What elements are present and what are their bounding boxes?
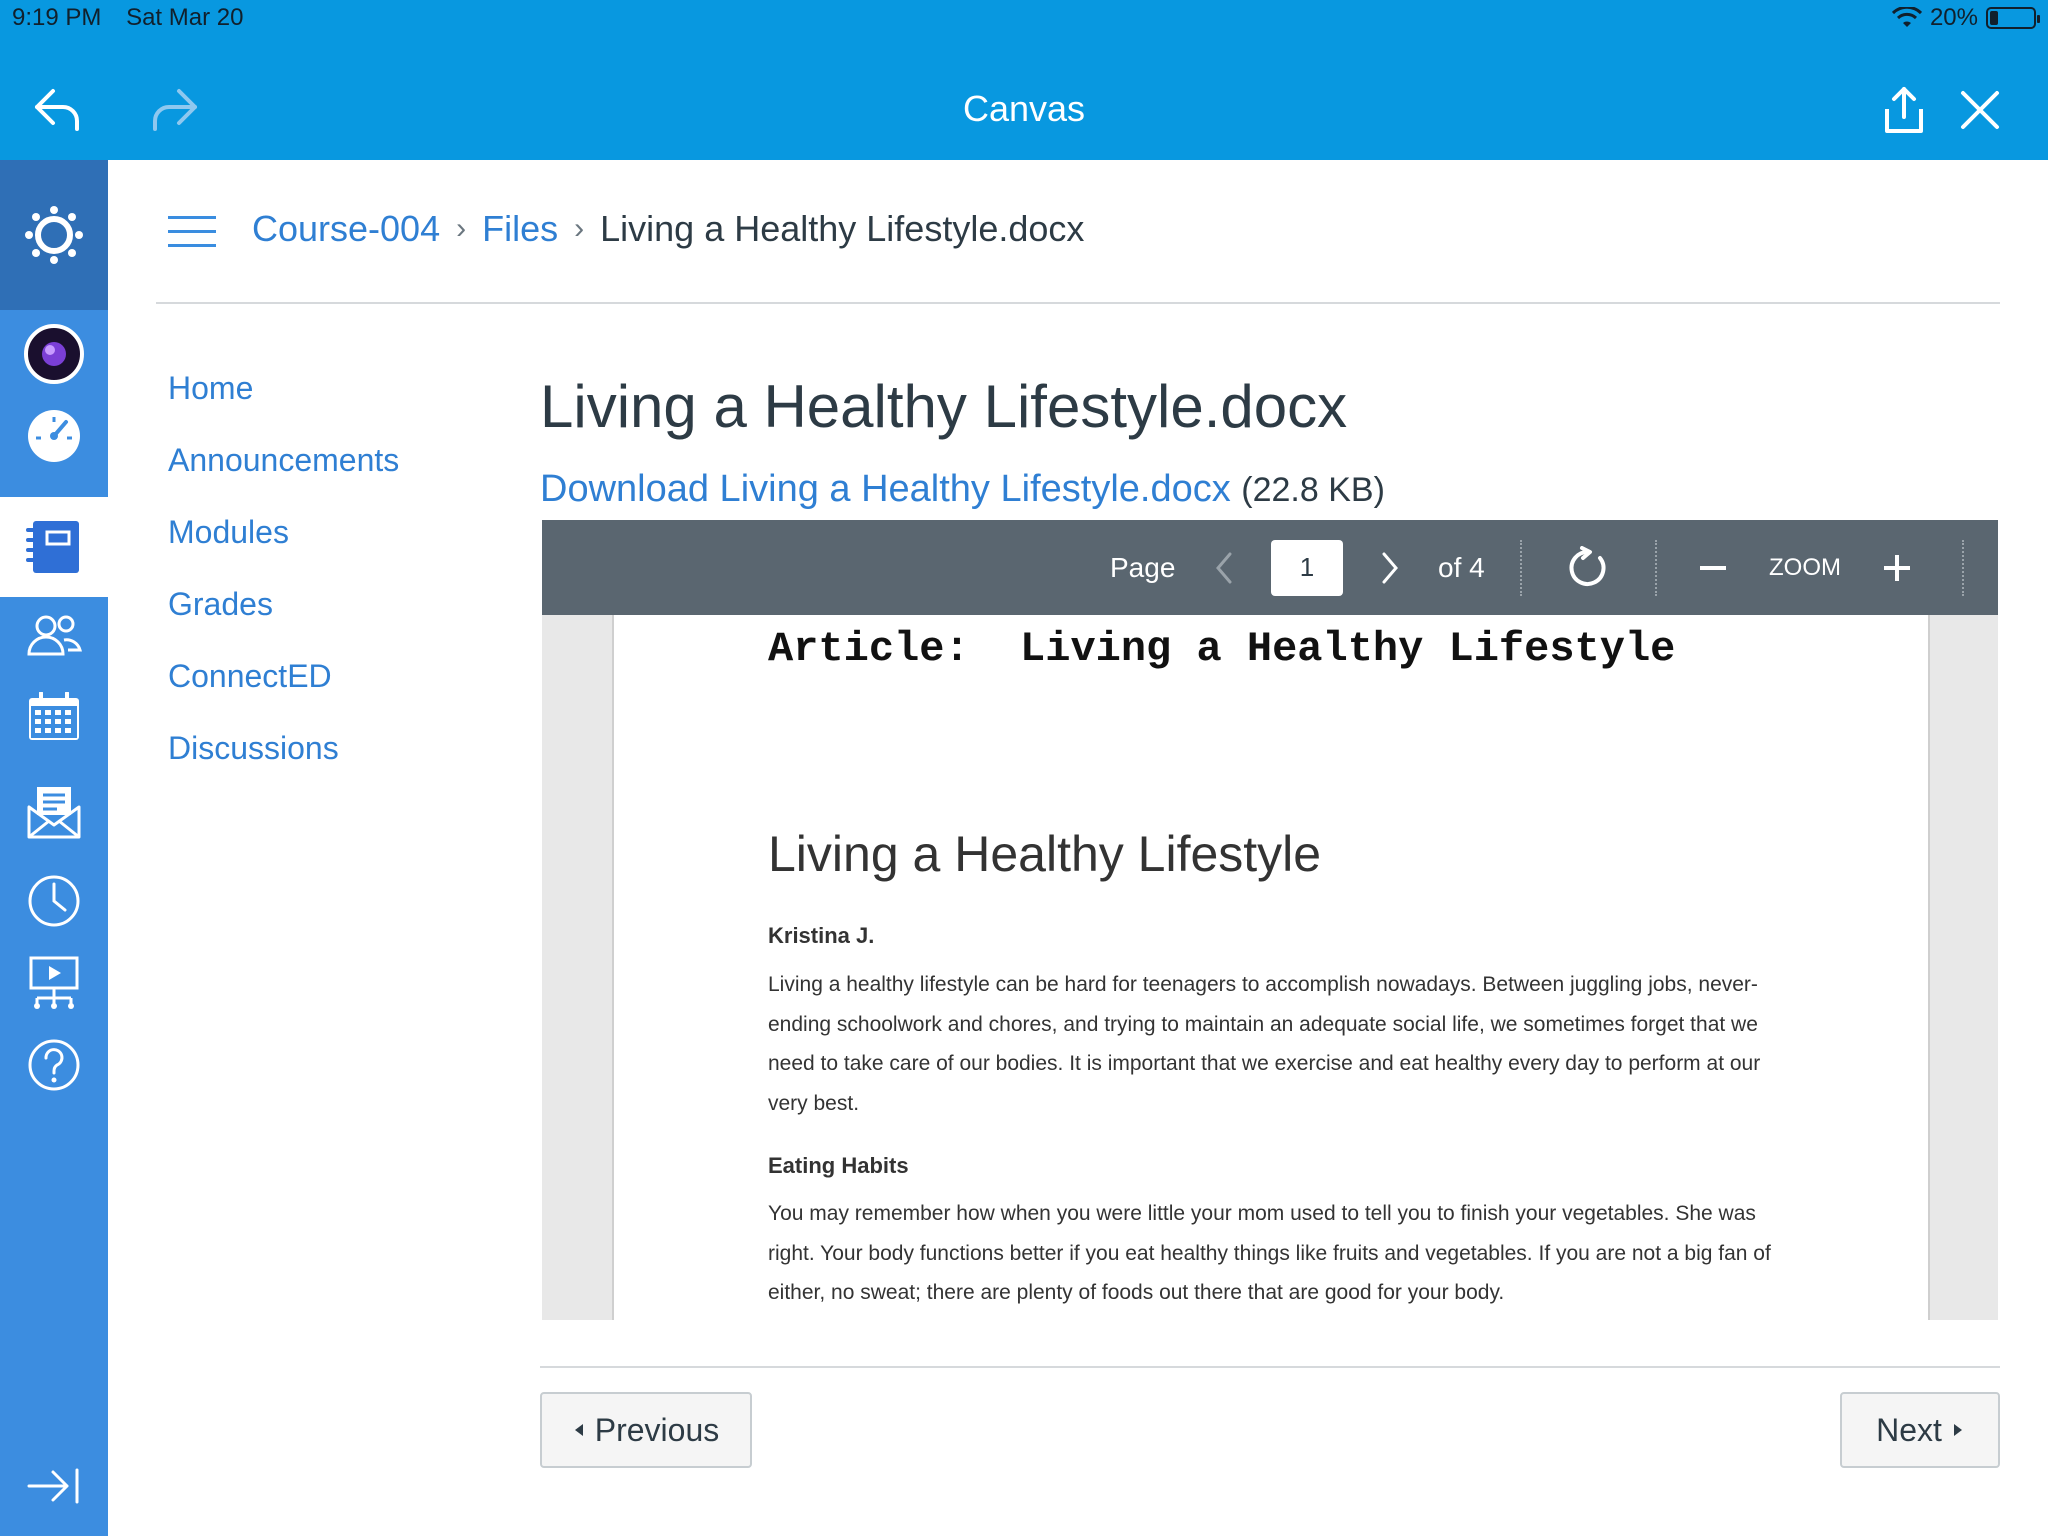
history-button[interactable] (0, 860, 108, 942)
download-link[interactable]: Download Living a Healthy Lifestyle.docx (540, 468, 1231, 510)
course-nav-connected[interactable]: ConnectED (168, 654, 399, 726)
commons-icon (29, 956, 79, 1009)
prev-page-button[interactable] (1212, 520, 1236, 615)
course-nav-home[interactable]: Home (168, 366, 399, 438)
courses-button[interactable] (0, 497, 108, 597)
course-nav: Home Announcements Modules Grades Connec… (168, 366, 399, 798)
dashboard-button[interactable] (0, 395, 108, 477)
previous-label: Previous (594, 1411, 720, 1448)
commons-button[interactable] (0, 942, 108, 1024)
page-title: Living a Healthy Lifestyle.docx (540, 373, 1348, 440)
page-number-input[interactable]: 1 (1271, 539, 1343, 596)
status-right: 20% (1891, 4, 2040, 32)
previous-button[interactable]: Previous (540, 1392, 752, 1468)
share-icon (1885, 87, 1923, 133)
hamburger-menu-icon[interactable] (168, 216, 216, 248)
calendar-icon (29, 692, 79, 740)
plus-icon (1884, 554, 1910, 581)
viewer-toolbar: Page 1 of 4 ZOOM (542, 520, 1998, 615)
groups-icon (27, 615, 82, 656)
document-paragraph: Living a healthy lifestyle can be hard f… (768, 973, 1761, 1115)
collapse-icon (27, 1468, 79, 1504)
breadcrumb-course[interactable]: Course-004 (252, 208, 440, 250)
next-page-button[interactable] (1378, 520, 1402, 615)
next-label: Next (1876, 1411, 1942, 1448)
zoom-in-button[interactable] (1882, 520, 1912, 615)
document-heading: Living a Healthy Lifestyle (768, 826, 1322, 882)
zoom-label: ZOOM (1769, 553, 1841, 581)
chevron-right-icon: › (456, 212, 467, 245)
groups-button[interactable] (0, 595, 108, 677)
course-nav-modules[interactable]: Modules (168, 510, 399, 582)
course-nav-announcements[interactable]: Announcements (168, 438, 399, 510)
close-icon (1961, 91, 1999, 129)
page-label: Page (1110, 551, 1176, 583)
footer-divider (540, 1366, 2000, 1368)
share-button[interactable] (1874, 80, 1934, 140)
status-date: Sat Mar 20 (126, 4, 244, 31)
caret-right-icon (1953, 1424, 1962, 1436)
article-title: Article: Living a Healthy Lifestyle (768, 625, 1676, 673)
download-row: Download Living a Healthy Lifestyle.docx… (540, 468, 1385, 511)
inbox-button[interactable] (0, 771, 108, 853)
chevron-right-icon (1382, 552, 1398, 583)
collapse-nav-button[interactable] (0, 1445, 108, 1527)
dashboard-icon (28, 410, 80, 462)
breadcrumb-divider (156, 302, 2000, 304)
document-viewer: Page 1 of 4 ZOOM Article: Living a Healt… (542, 520, 1998, 1320)
document-subheading: Eating Habits (768, 1153, 909, 1178)
document-author: Kristina J. (768, 923, 875, 948)
next-button[interactable]: Next (1840, 1392, 2000, 1468)
canvas-logo-icon (25, 206, 83, 264)
account-avatar (24, 324, 84, 384)
toolbar-divider (1962, 540, 1964, 596)
wifi-icon (1891, 7, 1922, 27)
chevron-right-icon: › (574, 212, 585, 245)
inbox-icon (27, 787, 81, 839)
toolbar-divider (1655, 540, 1657, 596)
top-bar: 9:19 PM Sat Mar 20 20% Canvas (0, 0, 2048, 160)
nav-title: Canvas (962, 88, 1086, 129)
courses-icon (26, 521, 79, 573)
rotate-button[interactable] (1566, 520, 1610, 615)
document-page: Article: Living a Healthy Lifestyle Livi… (612, 615, 1930, 1320)
battery-percent: 20% (1929, 4, 1978, 31)
course-nav-discussions[interactable]: Discussions (168, 726, 399, 798)
breadcrumb-current: Living a Healthy Lifestyle.docx (600, 208, 1085, 249)
help-icon (28, 1039, 80, 1091)
breadcrumb-files[interactable]: Files (482, 208, 558, 250)
toolbar-divider (1520, 540, 1522, 596)
status-bar: 9:19 PM Sat Mar 20 (12, 4, 243, 32)
chevron-left-icon (1216, 552, 1232, 583)
minus-icon (1700, 565, 1726, 570)
status-time: 9:19 PM (12, 4, 102, 31)
breadcrumb: Course-004 › Files › Living a Healthy Li… (252, 208, 1084, 250)
zoom-out-button[interactable] (1698, 520, 1728, 615)
calendar-button[interactable] (0, 676, 108, 758)
file-size: (22.8 KB) (1241, 471, 1385, 509)
help-button[interactable] (0, 1024, 108, 1106)
page-count: of 4 (1438, 551, 1485, 583)
global-nav-rail (0, 160, 108, 1536)
battery-icon (1986, 7, 2040, 29)
canvas-logo-button[interactable] (0, 160, 108, 310)
document-paragraph: You may remember how when you were littl… (768, 1202, 1771, 1304)
account-button[interactable] (0, 313, 108, 395)
caret-left-icon (574, 1424, 583, 1436)
course-nav-grades[interactable]: Grades (168, 582, 399, 654)
rotate-icon (1569, 545, 1606, 586)
close-button[interactable] (1950, 80, 2010, 140)
history-icon (28, 875, 80, 927)
